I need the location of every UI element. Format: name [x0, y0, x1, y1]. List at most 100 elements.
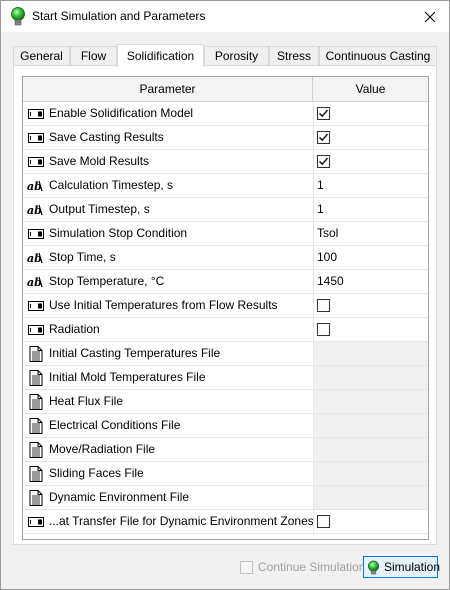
value-checkbox[interactable] — [317, 131, 330, 144]
row-value-cell — [313, 102, 428, 125]
tab-label: Stress — [276, 49, 311, 63]
row-value-cell — [313, 126, 428, 149]
row-value-empty[interactable] — [313, 414, 428, 437]
tab-stress[interactable]: Stress — [269, 46, 319, 65]
row-value-cell — [313, 294, 428, 317]
file-icon — [25, 390, 47, 413]
row-label: Stop Time, s — [49, 250, 116, 264]
parameter-grid: Parameter Value Enable Solidification Mo… — [22, 76, 429, 540]
table-row[interactable]: Sliding Faces File — [23, 462, 428, 486]
row-label: Enable Solidification Model — [49, 106, 194, 120]
table-row[interactable]: Move/Radiation File — [23, 438, 428, 462]
tab-panel-solidification: Parameter Value Enable Solidification Mo… — [13, 65, 437, 545]
row-value[interactable]: 1 — [313, 198, 428, 221]
row-value[interactable]: 1450 — [313, 270, 428, 293]
tab-solidification[interactable]: Solidification — [117, 44, 204, 67]
value-checkbox[interactable] — [317, 515, 330, 528]
numeric-icon: ab — [25, 246, 47, 269]
row-label: Heat Flux File — [49, 394, 124, 408]
table-row[interactable]: Dynamic Environment File — [23, 486, 428, 510]
grid-rows: Enable Solidification Model Save Casting … — [23, 102, 428, 534]
table-row[interactable]: ...at Transfer File for Dynamic Environm… — [23, 510, 428, 534]
table-row[interactable]: Heat Flux File — [23, 390, 428, 414]
row-value-empty[interactable] — [313, 462, 428, 485]
tab-porosity[interactable]: Porosity — [204, 46, 269, 65]
toggle-icon — [25, 318, 47, 341]
value-checkbox[interactable] — [317, 299, 330, 312]
file-icon — [25, 462, 47, 485]
checkmark-icon — [319, 157, 328, 166]
file-icon — [25, 414, 47, 437]
continue-simulation-checkbox[interactable]: Continue Simulation — [240, 560, 365, 574]
table-row[interactable]: ab Stop Temperature, °C 1450 — [23, 270, 428, 294]
table-row[interactable]: Enable Solidification Model — [23, 102, 428, 126]
column-header-value[interactable]: Value — [313, 77, 428, 101]
dialog-window: Start Simulation and Parameters General … — [0, 0, 450, 590]
row-value-empty[interactable] — [313, 366, 428, 389]
continue-simulation-label: Continue Simulation — [258, 560, 366, 574]
row-label: Use Initial Temperatures from Flow Resul… — [49, 298, 278, 312]
row-value-cell — [313, 318, 428, 341]
row-label: Move/Radiation File — [49, 442, 156, 456]
close-icon — [424, 11, 436, 22]
table-row[interactable]: Save Casting Results — [23, 126, 428, 150]
row-value-empty[interactable] — [313, 438, 428, 461]
row-label: Stop Temperature, °C — [49, 274, 165, 288]
value-checkbox[interactable] — [317, 107, 330, 120]
row-label: Save Casting Results — [49, 130, 164, 144]
table-row[interactable]: ab Stop Time, s 100 — [23, 246, 428, 270]
title-bar: Start Simulation and Parameters — [1, 1, 449, 32]
row-label: Dynamic Environment File — [49, 490, 190, 504]
row-value-empty[interactable] — [313, 390, 428, 413]
app-bulb-icon — [10, 7, 26, 27]
toggle-icon — [25, 510, 47, 533]
tab-flow[interactable]: Flow — [70, 46, 117, 65]
tab-label: Porosity — [214, 49, 259, 63]
numeric-icon: ab — [25, 270, 47, 293]
table-row[interactable]: Initial Mold Temperatures File — [23, 366, 428, 390]
row-label: Initial Mold Temperatures File — [49, 370, 206, 384]
row-label: Radiation — [49, 322, 100, 336]
tab-label: Flow — [80, 49, 107, 63]
checkmark-icon — [319, 109, 328, 118]
file-icon — [25, 342, 47, 365]
table-row[interactable]: Use Initial Temperatures from Flow Resul… — [23, 294, 428, 318]
table-row[interactable]: Radiation — [23, 318, 428, 342]
table-row[interactable]: Save Mold Results — [23, 150, 428, 174]
row-value-empty[interactable] — [313, 486, 428, 509]
row-value-empty[interactable] — [313, 342, 428, 365]
file-icon — [25, 366, 47, 389]
simulation-button[interactable]: Simulation — [363, 556, 440, 578]
dialog-footer: Continue Simulation Simulation — [1, 549, 449, 589]
tab-general[interactable]: General — [13, 46, 70, 65]
checkmark-icon — [319, 133, 328, 142]
column-header-parameter[interactable]: Parameter — [23, 77, 313, 101]
row-value[interactable]: Tsol — [313, 222, 428, 245]
table-row[interactable]: ab Calculation Timestep, s 1 — [23, 174, 428, 198]
tab-label: Continuous Casting — [325, 49, 431, 63]
row-label: Calculation Timestep, s — [49, 178, 174, 192]
row-value[interactable]: 100 — [313, 246, 428, 269]
checkbox-box — [240, 560, 253, 574]
table-row[interactable]: Simulation Stop Condition Tsol — [23, 222, 428, 246]
row-value[interactable]: 1 — [313, 174, 428, 197]
close-button[interactable] — [411, 1, 449, 32]
tab-continuous-casting[interactable]: Continuous Casting — [319, 46, 437, 65]
toggle-icon — [25, 222, 47, 245]
tab-label: Solidification — [126, 49, 195, 63]
toggle-icon — [25, 294, 47, 317]
file-icon — [25, 486, 47, 509]
value-checkbox[interactable] — [317, 323, 330, 336]
file-icon — [25, 438, 47, 461]
row-label: Sliding Faces File — [49, 466, 144, 480]
table-row[interactable]: Initial Casting Temperatures File — [23, 342, 428, 366]
window-title: Start Simulation and Parameters — [32, 9, 206, 23]
row-value-cell — [313, 510, 428, 533]
toggle-icon — [25, 150, 47, 173]
row-label: Output Timestep, s — [49, 202, 150, 216]
row-label: ...at Transfer File for Dynamic Environm… — [49, 514, 314, 528]
table-row[interactable]: Electrical Conditions File — [23, 414, 428, 438]
table-row[interactable]: ab Output Timestep, s 1 — [23, 198, 428, 222]
row-value-cell — [313, 150, 428, 173]
value-checkbox[interactable] — [317, 155, 330, 168]
